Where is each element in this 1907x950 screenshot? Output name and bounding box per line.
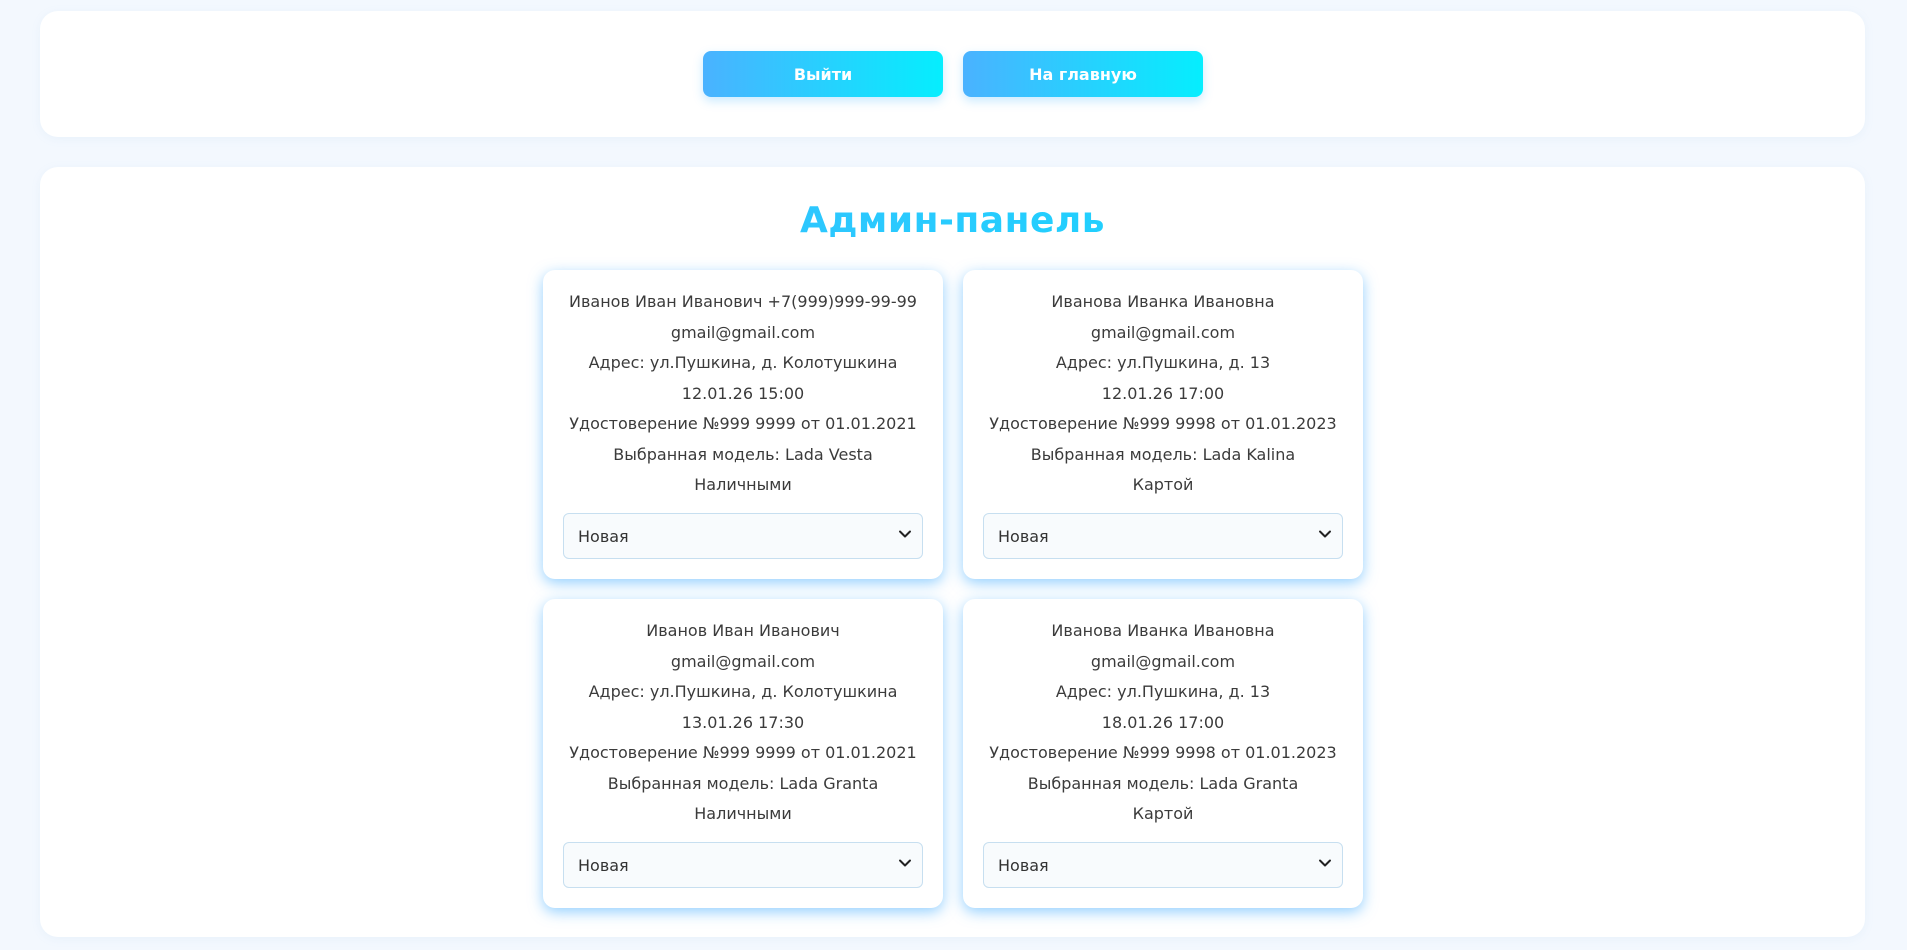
- logout-button[interactable]: Выйти: [703, 51, 943, 97]
- client-address: Адрес: ул.Пушкина, д. Колотушкина: [588, 682, 898, 701]
- client-name: Иванов Иван Иванович: [646, 621, 840, 640]
- order-datetime: 18.01.26 17:00: [1101, 712, 1225, 732]
- order-card: Иванова Иванка Ивановна gmail@gmail.com …: [963, 599, 1363, 908]
- payment-method: Наличными: [694, 475, 792, 494]
- client-name: Иванов Иван Иванович +7(999)999-99-99: [569, 292, 917, 311]
- payment-method: Картой: [1132, 475, 1194, 494]
- license-info: Удостоверение №999 9999 от 01.01.2021: [569, 414, 917, 433]
- order-datetime: 13.01.26 17:30: [681, 712, 805, 732]
- status-select-wrapper: Новая: [983, 842, 1343, 888]
- status-select[interactable]: Новая: [564, 514, 922, 558]
- selected-model: Выбранная модель: Lada Granta: [1027, 773, 1299, 793]
- client-address: Адрес: ул.Пушкина, д. Колотушкина: [588, 353, 898, 372]
- client-email: gmail@gmail.com: [670, 651, 816, 671]
- client-address: Адрес: ул.Пушкина, д. 13: [1055, 682, 1271, 701]
- client-name: Иванова Иванка Ивановна: [1051, 292, 1275, 311]
- payment-method: Наличными: [694, 804, 792, 823]
- client-name: Иванова Иванка Ивановна: [1051, 621, 1275, 640]
- client-email: gmail@gmail.com: [1090, 322, 1236, 342]
- order-card: Иванов Иван Иванович +7(999)999-99-99 gm…: [543, 270, 943, 579]
- status-select-wrapper: Новая: [563, 513, 923, 559]
- order-datetime: 12.01.26 15:00: [681, 383, 805, 403]
- admin-panel: Админ-панель Иванов Иван Иванович +7(999…: [40, 167, 1865, 937]
- status-select[interactable]: Новая: [984, 843, 1342, 887]
- license-info: Удостоверение №999 9999 от 01.01.2021: [569, 743, 917, 762]
- top-panel: Выйти На главную: [40, 11, 1865, 137]
- license-info: Удостоверение №999 9998 от 01.01.2023: [989, 743, 1337, 762]
- order-card: Иванова Иванка Ивановна gmail@gmail.com …: [963, 270, 1363, 579]
- client-email: gmail@gmail.com: [670, 322, 816, 342]
- status-select-wrapper: Новая: [563, 842, 923, 888]
- selected-model: Выбранная модель: Lada Granta: [607, 773, 879, 793]
- client-address: Адрес: ул.Пушкина, д. 13: [1055, 353, 1271, 372]
- home-button[interactable]: На главную: [963, 51, 1203, 97]
- status-select[interactable]: Новая: [564, 843, 922, 887]
- order-card: Иванов Иван Иванович gmail@gmail.com Адр…: [543, 599, 943, 908]
- page-title: Админ-панель: [40, 197, 1865, 245]
- status-select-wrapper: Новая: [983, 513, 1343, 559]
- client-email: gmail@gmail.com: [1090, 651, 1236, 671]
- payment-method: Картой: [1132, 804, 1194, 823]
- license-info: Удостоверение №999 9998 от 01.01.2023: [989, 414, 1337, 433]
- selected-model: Выбранная модель: Lada Kalina: [1030, 444, 1296, 464]
- order-datetime: 12.01.26 17:00: [1101, 383, 1225, 403]
- status-select[interactable]: Новая: [984, 514, 1342, 558]
- selected-model: Выбранная модель: Lada Vesta: [613, 444, 873, 464]
